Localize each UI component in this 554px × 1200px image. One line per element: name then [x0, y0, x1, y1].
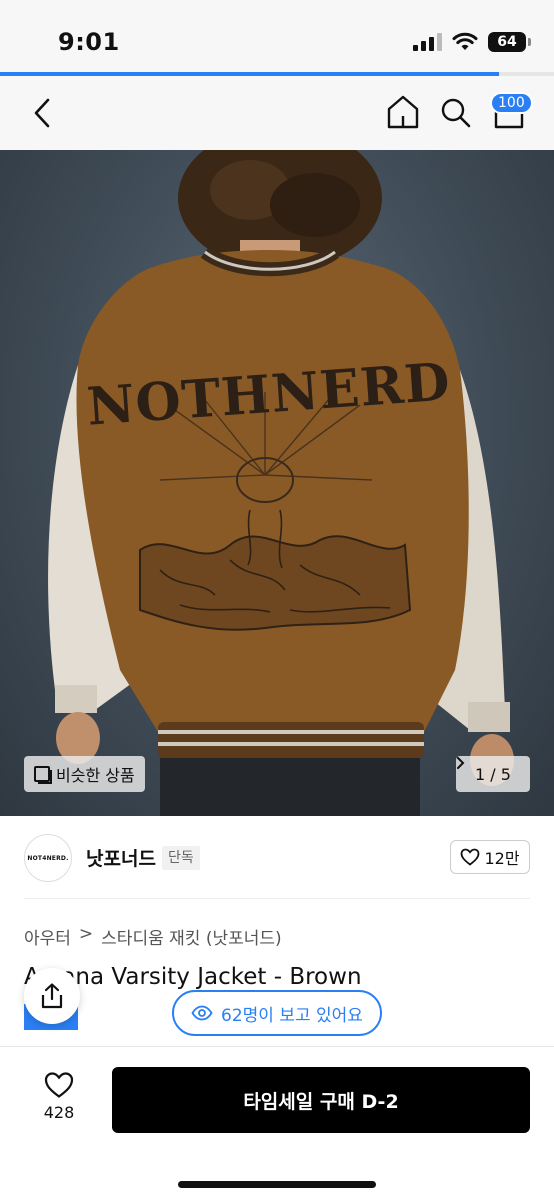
- breadcrumb-category[interactable]: 아우터: [24, 924, 71, 949]
- divider: [24, 898, 530, 899]
- breadcrumb-separator: >: [78, 924, 94, 944]
- wifi-icon: [452, 32, 478, 50]
- brand-like-button[interactable]: 12만: [450, 840, 530, 874]
- home-icon[interactable]: [386, 94, 420, 130]
- exclusive-badge: 단독: [162, 846, 200, 870]
- image-counter[interactable]: 1 / 5: [456, 756, 530, 792]
- heart-icon: [461, 848, 480, 866]
- share-button[interactable]: [24, 968, 80, 1024]
- status-icons: 64: [413, 32, 531, 52]
- chevron-right-icon: [457, 757, 465, 769]
- brand-like-count: 12만: [484, 849, 520, 868]
- buy-button[interactable]: 타임세일 구매 D-2: [112, 1067, 530, 1133]
- viewers-indicator: 62명이 보고 있어요: [172, 990, 382, 1036]
- brand-row: NOT4NERD. 낫포너드 단독 12만: [0, 816, 554, 900]
- viewers-label: 62명이 보고 있어요: [221, 1005, 363, 1026]
- breadcrumb: 아우터 > 스타디움 재킷 (낫포너드): [24, 924, 282, 949]
- image-counter-text: 1 / 5: [475, 764, 511, 784]
- breadcrumb-subcategory[interactable]: 스타디움 재킷 (낫포너드): [101, 924, 281, 949]
- cellular-signal-icon: [413, 33, 442, 51]
- search-icon[interactable]: [440, 96, 472, 130]
- heart-icon: [44, 1072, 74, 1098]
- top-nav: 100: [0, 76, 554, 150]
- wishlist-count: 428: [43, 1103, 75, 1122]
- back-icon[interactable]: [28, 94, 58, 132]
- bottom-action-bar: 428 타임세일 구매 D-2: [0, 1046, 554, 1200]
- product-image-carousel[interactable]: NOTHNERD 비슷한 상품 1 / 5: [0, 150, 554, 816]
- jacket-photo: NOTHNERD: [48, 150, 514, 816]
- wishlist-button[interactable]: 428: [34, 1071, 84, 1122]
- cart-count-badge: 100: [490, 92, 533, 114]
- similar-products-button[interactable]: 비슷한 상품: [24, 756, 145, 792]
- share-icon: [41, 983, 63, 1009]
- brand-name[interactable]: 낫포너드: [86, 844, 156, 871]
- brand-logo[interactable]: NOT4NERD.: [24, 834, 72, 882]
- status-time: 9:01: [58, 28, 120, 56]
- similar-products-label: 비슷한 상품: [56, 766, 135, 785]
- home-indicator: [178, 1181, 376, 1188]
- status-bar: 9:01 64: [0, 0, 554, 72]
- eye-icon: [191, 1005, 213, 1021]
- battery-icon: 64: [488, 32, 531, 52]
- similar-items-icon: [34, 766, 52, 784]
